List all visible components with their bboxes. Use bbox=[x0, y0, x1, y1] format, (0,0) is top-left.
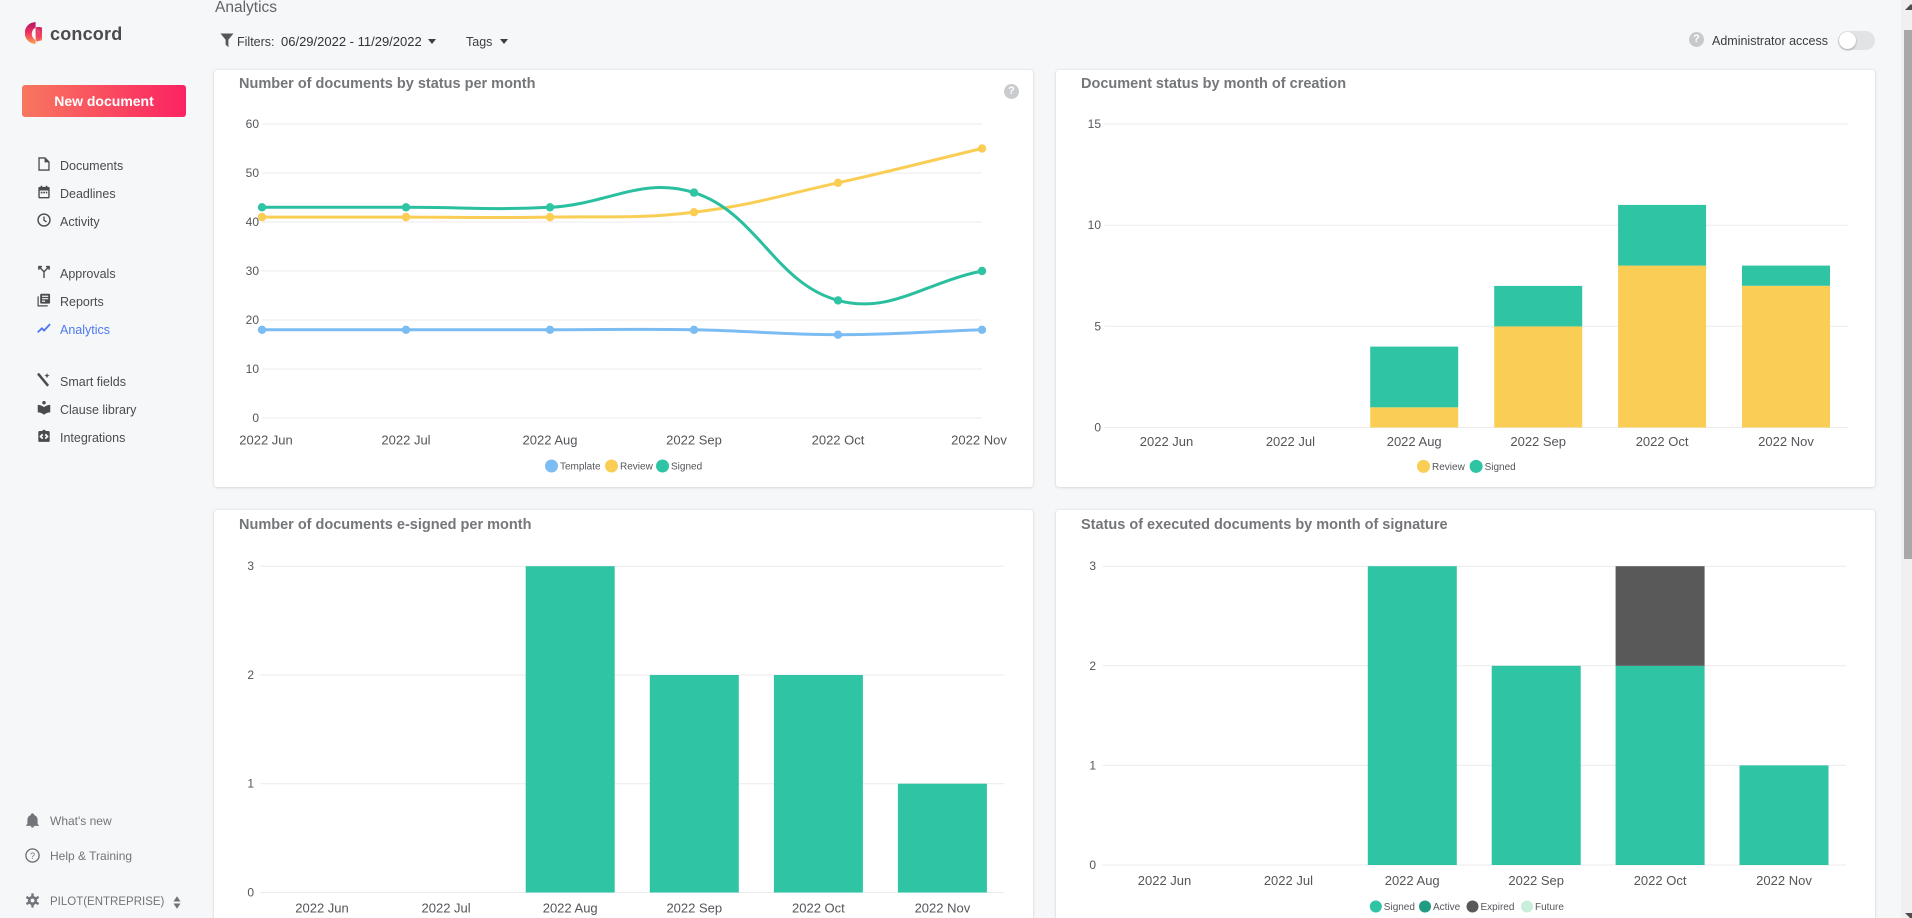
svg-text:20: 20 bbox=[246, 313, 260, 327]
svg-text:3: 3 bbox=[247, 559, 254, 573]
svg-text:2022 Jul: 2022 Jul bbox=[1266, 434, 1315, 449]
svg-text:Review: Review bbox=[1432, 462, 1466, 473]
svg-text:0: 0 bbox=[252, 411, 259, 425]
svg-text:60: 60 bbox=[246, 117, 260, 131]
svg-text:40: 40 bbox=[246, 215, 260, 229]
svg-text:2022 Aug: 2022 Aug bbox=[523, 433, 578, 448]
svg-text:2022 Nov: 2022 Nov bbox=[1756, 873, 1812, 888]
svg-text:30: 30 bbox=[246, 264, 260, 278]
svg-text:2022 Oct: 2022 Oct bbox=[812, 433, 865, 448]
svg-text:Expired: Expired bbox=[1481, 902, 1515, 913]
svg-text:0: 0 bbox=[1089, 858, 1096, 872]
svg-text:2022 Aug: 2022 Aug bbox=[1385, 873, 1440, 888]
svg-text:5: 5 bbox=[1094, 319, 1101, 333]
svg-text:2022 Nov: 2022 Nov bbox=[951, 433, 1007, 448]
svg-text:Signed: Signed bbox=[1485, 462, 1516, 473]
svg-text:Active: Active bbox=[1433, 902, 1461, 913]
svg-text:2022 Oct: 2022 Oct bbox=[792, 901, 845, 916]
svg-text:Signed: Signed bbox=[671, 462, 702, 473]
svg-text:2022 Jun: 2022 Jun bbox=[239, 433, 293, 448]
svg-text:2022 Oct: 2022 Oct bbox=[1636, 434, 1689, 449]
svg-text:2: 2 bbox=[247, 668, 254, 682]
svg-text:2022 Jul: 2022 Jul bbox=[381, 433, 430, 448]
svg-text:0: 0 bbox=[247, 886, 254, 900]
svg-text:Signed: Signed bbox=[1384, 902, 1415, 913]
svg-text:10: 10 bbox=[246, 362, 260, 376]
svg-text:1: 1 bbox=[247, 777, 254, 791]
svg-text:2022 Jun: 2022 Jun bbox=[1138, 873, 1192, 888]
svg-text:15: 15 bbox=[1088, 117, 1102, 131]
svg-text:2022 Aug: 2022 Aug bbox=[1387, 434, 1442, 449]
svg-text:2022 Nov: 2022 Nov bbox=[915, 901, 971, 916]
svg-text:2022 Aug: 2022 Aug bbox=[543, 901, 598, 916]
svg-text:2022 Sep: 2022 Sep bbox=[1508, 873, 1564, 888]
svg-text:Future: Future bbox=[1535, 902, 1564, 913]
svg-text:0: 0 bbox=[1094, 421, 1101, 435]
svg-text:2: 2 bbox=[1089, 659, 1096, 673]
svg-text:?: ? bbox=[30, 851, 35, 861]
svg-text:2022 Jul: 2022 Jul bbox=[422, 901, 471, 916]
svg-text:3: 3 bbox=[1089, 559, 1096, 573]
svg-text:50: 50 bbox=[246, 166, 260, 180]
svg-text:1: 1 bbox=[1089, 758, 1096, 772]
svg-text:2022 Oct: 2022 Oct bbox=[1634, 873, 1687, 888]
svg-text:2022 Jun: 2022 Jun bbox=[295, 901, 349, 916]
svg-text:2022 Jun: 2022 Jun bbox=[1140, 434, 1194, 449]
svg-text:10: 10 bbox=[1088, 218, 1102, 232]
svg-text:Template: Template bbox=[560, 462, 601, 473]
svg-text:2022 Jul: 2022 Jul bbox=[1264, 873, 1313, 888]
svg-text:Review: Review bbox=[620, 462, 654, 473]
svg-text:2022 Sep: 2022 Sep bbox=[666, 901, 722, 916]
svg-text:2022 Nov: 2022 Nov bbox=[1758, 434, 1814, 449]
svg-text:2022 Sep: 2022 Sep bbox=[666, 433, 722, 448]
svg-text:2022 Sep: 2022 Sep bbox=[1510, 434, 1566, 449]
